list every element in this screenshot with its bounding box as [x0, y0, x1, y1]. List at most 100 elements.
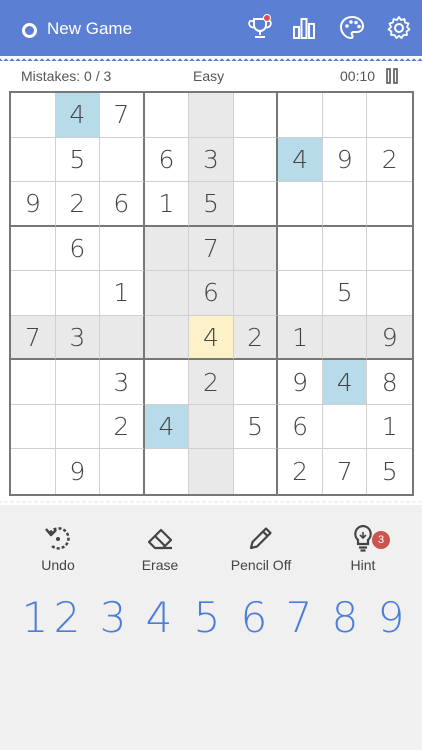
board-cell[interactable]: 8 [367, 360, 412, 405]
board-cell[interactable]: 5 [322, 271, 368, 316]
board-cell[interactable] [233, 93, 279, 138]
gear-icon[interactable] [385, 14, 413, 42]
numpad-key[interactable]: 4 [139, 593, 179, 642]
board-cell[interactable] [233, 226, 279, 272]
board-cell[interactable] [11, 226, 56, 272]
board-cell[interactable] [278, 226, 323, 272]
numpad-key[interactable]: 7 [279, 593, 319, 642]
board-cell[interactable]: 1 [367, 405, 412, 450]
board-cell[interactable]: 5 [367, 449, 412, 494]
erase-label: Erase [141, 557, 179, 573]
board-cell[interactable]: 4 [278, 137, 323, 183]
board-cell[interactable]: 7 [323, 449, 368, 494]
board-cell[interactable]: 6 [189, 271, 234, 316]
board-cell[interactable]: 1 [100, 271, 145, 316]
board-cell[interactable] [144, 93, 190, 138]
board-cell[interactable] [367, 93, 412, 138]
board-cell[interactable] [55, 271, 101, 316]
board-cell[interactable] [233, 360, 279, 405]
board-cell[interactable] [11, 404, 56, 450]
board-cell[interactable]: 2 [189, 360, 234, 405]
board-cell[interactable] [233, 137, 279, 183]
board-cell[interactable] [278, 271, 323, 316]
board-cell[interactable] [322, 404, 368, 450]
board-cell[interactable]: 5 [189, 182, 234, 227]
board-cell[interactable] [189, 404, 234, 450]
undo-button[interactable]: Undo [13, 523, 103, 573]
board-cell[interactable] [55, 404, 101, 450]
board-cell[interactable]: 1 [144, 182, 190, 227]
board-cell[interactable] [322, 93, 368, 138]
board-cell[interactable]: 4 [189, 315, 234, 361]
board-cell[interactable] [367, 227, 412, 272]
board-cell[interactable] [100, 226, 145, 272]
board-cell[interactable] [322, 182, 368, 227]
board-cell[interactable] [189, 449, 234, 494]
board-cell[interactable] [100, 315, 145, 361]
numpad-key[interactable]: 3 [93, 593, 133, 642]
board-cell[interactable]: 6 [144, 137, 190, 183]
board-cell[interactable]: 9 [322, 137, 368, 183]
board-cell[interactable]: 2 [233, 315, 279, 361]
board-cell[interactable] [11, 271, 56, 316]
board-cell[interactable]: 5 [55, 137, 101, 183]
board-cell[interactable]: 4 [322, 360, 368, 405]
board-cell[interactable] [55, 360, 101, 405]
board-cell[interactable] [144, 226, 190, 272]
board-cell[interactable]: 9 [367, 315, 412, 361]
board-cell[interactable]: 9 [278, 360, 323, 405]
numpad-key[interactable]: 9 [371, 593, 411, 642]
board-cell[interactable]: 7 [100, 93, 145, 138]
board-cell[interactable]: 4 [55, 93, 101, 138]
board-cell[interactable]: 2 [55, 182, 101, 227]
board-cell[interactable]: 6 [100, 182, 145, 227]
erase-button[interactable]: Erase [115, 523, 205, 573]
board-cell[interactable]: 3 [189, 137, 234, 183]
board-cell[interactable] [100, 449, 145, 494]
board-cell[interactable]: 2 [100, 404, 145, 450]
board-cell[interactable] [322, 315, 368, 361]
board-cell[interactable] [233, 271, 279, 316]
pencil-toggle[interactable]: Pencil Off [216, 523, 306, 573]
board-cell[interactable]: 5 [233, 404, 279, 450]
board-cell[interactable] [145, 449, 190, 494]
board-cell[interactable]: 7 [11, 315, 56, 361]
board-cell[interactable]: 2 [367, 138, 412, 183]
board-cell[interactable]: 1 [278, 315, 323, 361]
stats-icon[interactable] [290, 14, 318, 42]
board-cell[interactable]: 6 [278, 404, 323, 450]
trophy-icon[interactable] [246, 14, 274, 42]
board-cell[interactable]: 7 [189, 226, 234, 272]
board-cell[interactable] [11, 449, 56, 494]
numpad-key[interactable]: 8 [325, 593, 365, 642]
board-cell[interactable] [233, 182, 279, 227]
pause-icon[interactable] [385, 68, 399, 84]
board-cell[interactable] [278, 93, 323, 138]
board-cell[interactable]: 6 [55, 226, 101, 272]
board-cell[interactable] [144, 360, 190, 405]
board-cell[interactable]: 4 [144, 404, 190, 450]
board-cell[interactable] [322, 226, 368, 272]
mistakes-counter: Mistakes: 0 / 3 [21, 68, 112, 84]
board-cell[interactable] [367, 271, 412, 316]
board-cell[interactable] [189, 93, 234, 138]
hint-button[interactable]: Hint 3 [318, 523, 408, 573]
board-cell[interactable] [278, 182, 323, 227]
board-cell[interactable] [11, 93, 56, 138]
palette-icon[interactable] [338, 14, 366, 42]
board-cell[interactable] [144, 271, 190, 316]
board-cell[interactable] [234, 449, 279, 494]
board-cell[interactable]: 3 [55, 315, 101, 361]
board-cell[interactable] [367, 182, 412, 227]
board-cell[interactable]: 9 [56, 449, 101, 494]
board-cell[interactable]: 3 [100, 360, 145, 405]
board-cell[interactable]: 9 [11, 182, 56, 227]
numpad-key[interactable]: 6 [234, 593, 274, 642]
numpad-key[interactable]: 5 [187, 593, 227, 642]
numpad-key[interactable]: 2 [47, 593, 87, 642]
board-cell[interactable] [144, 315, 190, 361]
board-cell[interactable]: 2 [278, 449, 323, 494]
board-cell[interactable] [11, 360, 56, 405]
board-cell[interactable] [100, 137, 145, 183]
board-cell[interactable] [11, 137, 56, 183]
